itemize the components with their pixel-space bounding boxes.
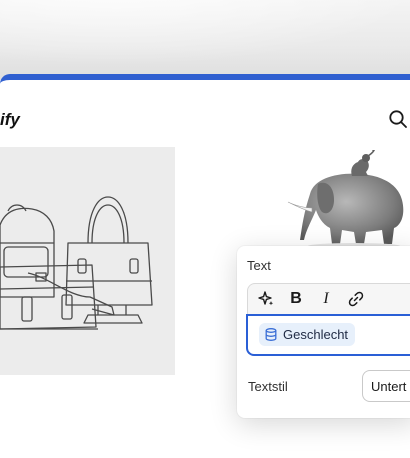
text-style-value: Untert [371, 378, 407, 394]
link-icon [348, 291, 364, 307]
link-button[interactable] [346, 289, 366, 309]
bags-illustration [0, 196, 153, 330]
text-settings-panel: Text B I Geschlecht Textstil Untert [237, 246, 410, 418]
background-surface [0, 0, 410, 80]
search-icon [389, 110, 407, 128]
bold-icon: B [290, 290, 302, 307]
text-style-label: Textstil [248, 379, 288, 394]
search-button[interactable] [387, 108, 409, 130]
chip-label: Geschlecht [283, 327, 349, 342]
elephant-monkey-image [282, 148, 410, 250]
italic-icon: I [323, 290, 329, 307]
text-field-label: Text [247, 258, 271, 273]
brand-logo: ify [0, 110, 20, 129]
product-image[interactable] [0, 147, 175, 375]
italic-button[interactable]: I [316, 289, 336, 309]
database-icon [265, 328, 277, 341]
text-input-area[interactable]: Geschlecht [246, 314, 410, 356]
sparkle-icon [258, 291, 274, 306]
ai-generate-button[interactable] [256, 289, 276, 309]
formatting-toolbar: B I [247, 283, 410, 315]
dynamic-source-chip[interactable]: Geschlecht [259, 323, 356, 346]
text-style-select[interactable]: Untert [362, 370, 410, 402]
bold-button[interactable]: B [286, 289, 306, 309]
